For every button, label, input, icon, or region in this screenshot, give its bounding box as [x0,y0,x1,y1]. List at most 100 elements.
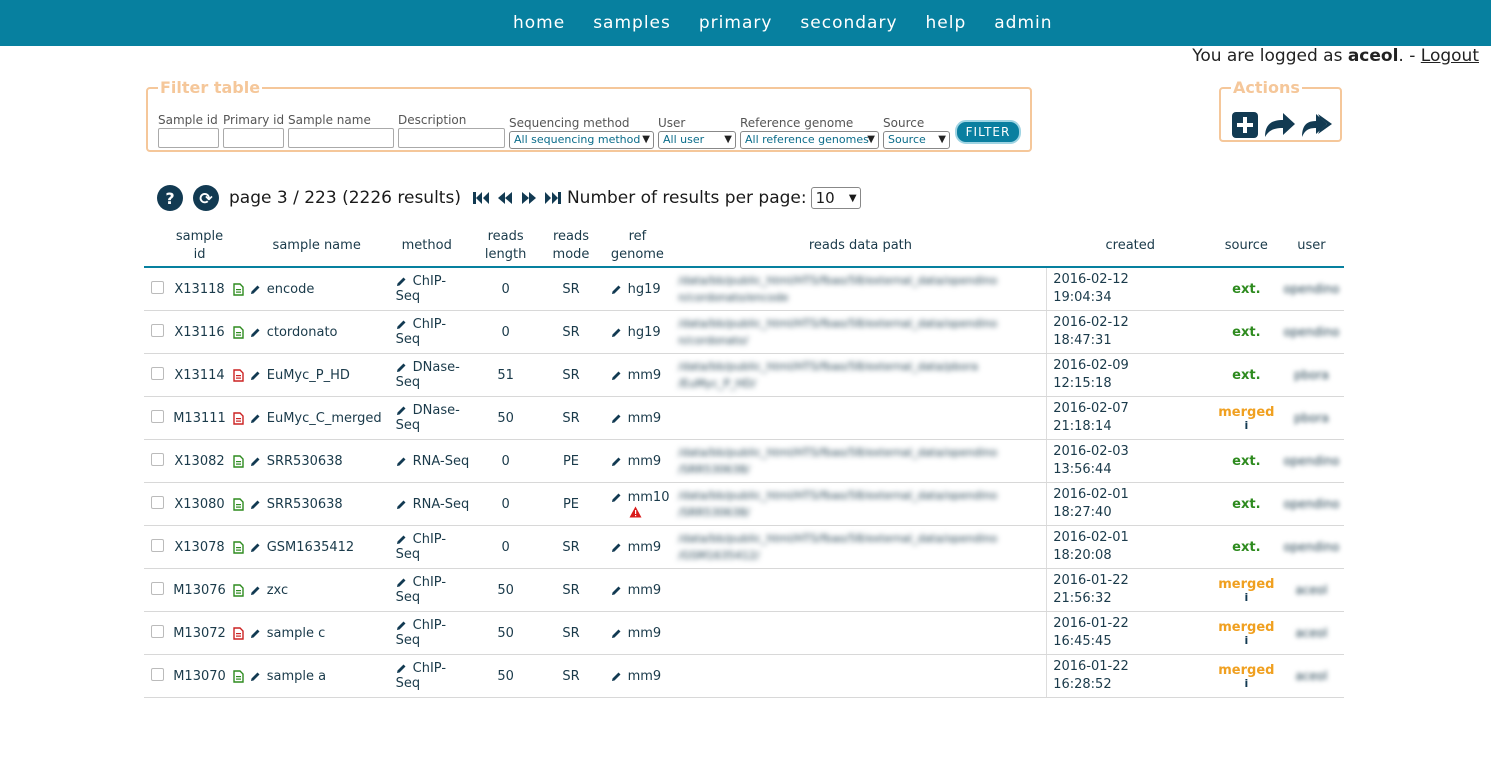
pencil-icon[interactable] [611,542,622,553]
first-page-icon[interactable] [472,190,490,206]
col-reads-path[interactable]: reads data path [674,226,1047,268]
pencil-icon[interactable] [611,284,622,295]
sample-id-cell[interactable]: M13070 [171,654,229,698]
source-select[interactable]: Source ▼ [883,131,950,149]
col-created[interactable]: created [1046,226,1214,268]
col-sample-name[interactable]: sample name [249,226,384,268]
filter-button[interactable]: FILTER [955,120,1021,144]
pencil-icon[interactable] [250,542,261,553]
green-document-icon[interactable] [233,497,245,511]
sample-name-input[interactable] [288,128,394,148]
col-method[interactable]: method [383,226,470,268]
ref-genome-select[interactable]: All reference genomes ▼ [740,131,879,149]
seq-method-select[interactable]: All sequencing method ▼ [509,131,654,149]
nav-primary[interactable]: primary [685,13,787,33]
pencil-icon[interactable] [250,284,261,295]
user-select[interactable]: All user ▼ [658,131,736,149]
info-icon[interactable]: i [1214,634,1279,647]
plus-square-icon[interactable] [1231,111,1259,139]
pencil-icon[interactable] [250,456,261,467]
sample-id-cell[interactable]: X13116 [171,310,229,354]
pencil-icon[interactable] [250,499,261,510]
row-checkbox[interactable] [151,624,164,638]
pencil-icon[interactable] [396,534,407,545]
pencil-icon[interactable] [611,628,622,639]
red-document-icon[interactable] [233,626,245,640]
pencil-icon[interactable] [250,585,261,596]
description-input[interactable] [398,128,505,148]
green-document-icon[interactable] [233,325,245,339]
help-circle-icon[interactable]: ? [157,185,183,211]
nav-secondary[interactable]: secondary [786,13,911,33]
share-icon[interactable] [1263,111,1297,139]
red-document-icon[interactable] [233,368,245,382]
pencil-icon[interactable] [396,276,407,287]
next-page-icon[interactable] [520,190,538,206]
green-document-icon[interactable] [233,454,245,468]
pencil-icon[interactable] [396,663,407,674]
row-checkbox[interactable] [151,409,164,423]
pencil-icon[interactable] [250,671,261,682]
row-checkbox[interactable] [151,366,164,380]
pencil-icon[interactable] [250,413,261,424]
primary-id-input[interactable] [223,128,284,148]
row-checkbox[interactable] [151,581,164,595]
pencil-icon[interactable] [396,499,407,510]
pencil-icon[interactable] [396,405,407,416]
green-document-icon[interactable] [233,669,245,683]
pencil-icon[interactable] [611,585,622,596]
sample-id-cell[interactable]: X13078 [171,525,229,569]
nav-home[interactable]: home [499,13,579,33]
info-icon[interactable]: i [1214,677,1279,690]
pencil-icon[interactable] [611,492,622,503]
row-checkbox[interactable] [151,538,164,552]
per-page-select[interactable]: 10 ▼ [810,187,861,209]
col-reads-mode[interactable]: reads mode [541,226,601,268]
sample-id-cell[interactable]: X13080 [171,482,229,526]
pencil-icon[interactable] [611,671,622,682]
pencil-icon[interactable] [396,319,407,330]
info-icon[interactable]: i [1214,419,1279,432]
sample-id-cell[interactable]: M13076 [171,568,229,612]
pencil-icon[interactable] [396,362,407,373]
nav-admin[interactable]: admin [980,13,1066,33]
row-checkbox[interactable] [151,495,164,509]
row-checkbox[interactable] [151,323,164,337]
pencil-icon[interactable] [396,456,407,467]
col-user[interactable]: user [1278,226,1344,268]
sample-id-cell[interactable]: X13082 [171,439,229,483]
pencil-icon[interactable] [396,577,407,588]
sample-id-cell[interactable]: M13111 [171,396,229,440]
pencil-icon[interactable] [611,370,622,381]
pencil-icon[interactable] [611,327,622,338]
last-page-icon[interactable] [544,190,562,206]
sample-id-cell[interactable]: X13114 [171,353,229,397]
col-reads-length[interactable]: reads length [469,226,542,268]
pencil-icon[interactable] [396,620,407,631]
sample-id-cell[interactable]: X13118 [171,267,229,311]
sample-id-input[interactable] [158,128,219,148]
green-document-icon[interactable] [233,583,245,597]
col-source[interactable]: source [1213,226,1279,268]
previous-page-icon[interactable] [496,190,514,206]
refresh-icon[interactable]: ⟳ [193,185,219,211]
sample-id-cell[interactable]: M13072 [171,611,229,655]
green-document-icon[interactable] [233,282,245,296]
nav-help[interactable]: help [912,13,981,33]
row-checkbox[interactable] [151,280,164,294]
pencil-icon[interactable] [611,413,622,424]
col-sample-id[interactable]: sample id [171,226,229,268]
pencil-icon[interactable] [250,370,261,381]
red-document-icon[interactable] [233,411,245,425]
green-document-icon[interactable] [233,540,245,554]
share-all-icon[interactable] [1299,111,1333,139]
info-icon[interactable]: i [1214,591,1279,604]
row-checkbox[interactable] [151,667,164,681]
logout-link[interactable]: Logout [1421,46,1479,66]
pencil-icon[interactable] [250,327,261,338]
pencil-icon[interactable] [611,456,622,467]
pencil-icon[interactable] [250,628,261,639]
col-ref-genome[interactable]: ref genome [600,226,675,268]
row-checkbox[interactable] [151,452,164,466]
nav-samples[interactable]: samples [579,13,685,33]
